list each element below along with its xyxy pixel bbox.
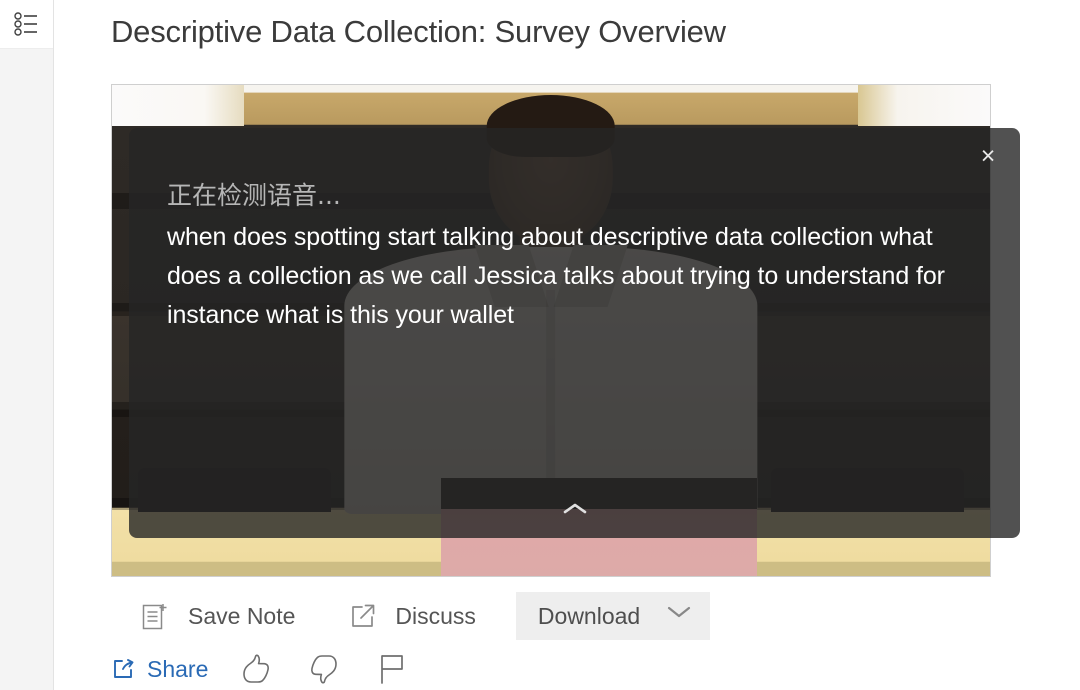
note-add-icon bbox=[140, 601, 170, 631]
transcript-text: when does spotting start talking about d… bbox=[167, 223, 945, 329]
thumbs-down-icon[interactable] bbox=[304, 649, 344, 689]
share-icon bbox=[111, 657, 135, 681]
download-label: Download bbox=[537, 602, 641, 629]
bulleted-list-icon[interactable] bbox=[13, 11, 41, 37]
speech-detect-status: 正在检测语音... bbox=[167, 181, 341, 210]
discuss-label: Discuss bbox=[395, 602, 476, 629]
save-note-button[interactable]: Save Note bbox=[140, 592, 295, 640]
action-toolbar: Save Note Discuss Download bbox=[111, 588, 710, 644]
sidebar-header bbox=[0, 0, 53, 48]
external-link-icon bbox=[348, 601, 378, 631]
thumbs-up-icon[interactable] bbox=[236, 649, 276, 689]
close-icon[interactable]: × bbox=[972, 140, 1004, 172]
share-toolbar: Share bbox=[111, 648, 412, 690]
share-label: Share bbox=[147, 655, 209, 682]
flag-icon[interactable] bbox=[372, 649, 412, 689]
sidebar-panel bbox=[0, 48, 53, 690]
page-title: Descriptive Data Collection: Survey Over… bbox=[111, 14, 726, 49]
save-note-label: Save Note bbox=[188, 602, 296, 629]
download-dropdown-button[interactable]: Download bbox=[515, 592, 710, 640]
left-sidebar bbox=[0, 0, 54, 690]
chevron-down-icon bbox=[666, 603, 692, 629]
share-button[interactable]: Share bbox=[111, 656, 208, 683]
chevron-up-icon[interactable] bbox=[558, 498, 592, 520]
discuss-button[interactable]: Discuss bbox=[348, 592, 476, 640]
main-content: Descriptive Data Collection: Survey Over… bbox=[55, 0, 1080, 690]
transcript-body: 正在检测语音... when does spotting start talki… bbox=[167, 178, 980, 335]
transcript-overlay: × 正在检测语音... when does spotting start tal… bbox=[129, 128, 1020, 538]
app-root: Descriptive Data Collection: Survey Over… bbox=[0, 0, 1080, 690]
